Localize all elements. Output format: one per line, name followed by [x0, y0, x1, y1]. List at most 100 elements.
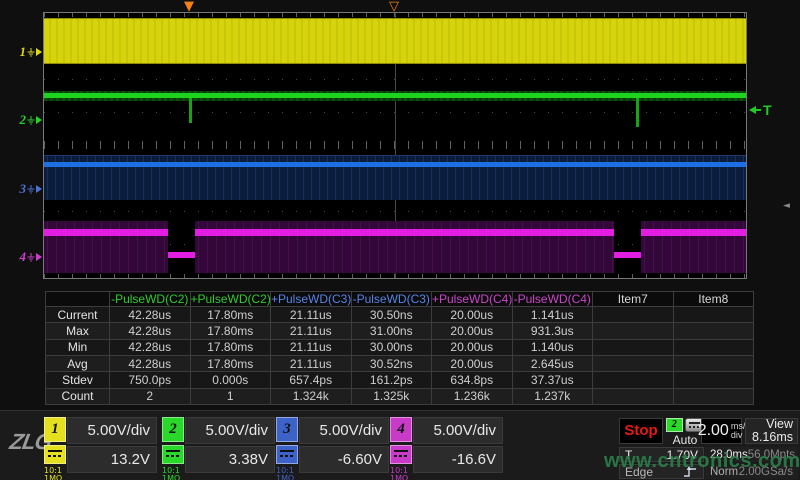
measure-column-header[interactable]: +PulseWD(C3): [271, 292, 352, 307]
ground-icon: [27, 48, 35, 57]
measure-row: Stdev750.0ps0.000s657.4ps161.2ps634.8ps3…: [46, 372, 754, 388]
ch1-offset-indicator[interactable]: 1: [14, 44, 42, 60]
ch2-badge[interactable]: 2: [162, 417, 184, 442]
ch2-offset-indicator[interactable]: 2: [14, 112, 42, 128]
channel4-control[interactable]: 4 10:11MΩ 5.00V/div -16.6V: [390, 411, 504, 480]
measure-value-cell: [593, 388, 674, 404]
measure-row: Current42.28us17.80ms21.11us30.50ns20.00…: [46, 307, 754, 323]
measure-column-header[interactable]: +PulseWD(C2): [190, 292, 271, 307]
channel3-control[interactable]: 3 10:11MΩ 5.00V/div -6.60V: [276, 411, 390, 480]
measure-value-cell: 1.324k: [271, 388, 352, 404]
ch3-badge[interactable]: 3: [276, 417, 298, 442]
grid-dots: [44, 211, 746, 212]
panel-collapse-arrow-icon[interactable]: ◄: [783, 201, 790, 211]
ch1-scale[interactable]: 5.00V/div: [67, 417, 157, 444]
ch4-badge[interactable]: 4: [390, 417, 412, 442]
measure-value-cell: 20.00us: [432, 307, 513, 323]
ground-icon: [27, 116, 35, 125]
watermark: www.cntronics.com: [604, 450, 800, 473]
run-state-button[interactable]: Stop: [619, 418, 663, 444]
measure-value-cell: 17.80ms: [190, 323, 271, 339]
measure-value-cell: 30.50ns: [351, 307, 432, 323]
waveform-display: [43, 12, 747, 279]
measure-value-cell: 42.28us: [110, 355, 191, 371]
measure-row-label: Count: [46, 388, 110, 404]
ch4-offset-indicator[interactable]: 4: [14, 249, 42, 265]
ch4-coupling-dc-icon[interactable]: [390, 445, 412, 464]
graticule-top-ticks: [44, 13, 746, 17]
measure-value-cell: 750.0ps: [110, 372, 191, 388]
measure-value-cell: [673, 323, 754, 339]
channel2-control[interactable]: 2 10:11MΩ 5.00V/div 3.38V: [162, 411, 276, 480]
measure-value-cell: 0.000s: [190, 372, 271, 388]
measure-value-cell: 30.52ns: [351, 355, 432, 371]
grid-dots: [44, 112, 746, 113]
measure-value-cell: [673, 372, 754, 388]
measure-row: Avg42.28us17.80ms21.11us30.52ns20.00us2.…: [46, 355, 754, 371]
measure-value-cell: [593, 339, 674, 355]
measure-row-label: Avg: [46, 355, 110, 371]
ch3-label: 3: [20, 181, 27, 197]
arrow-right-icon: [36, 116, 42, 124]
ch1-coupling-dc-icon[interactable]: [44, 445, 66, 464]
graticule-bottom-ticks: [44, 274, 746, 278]
view-span-readout: View 8.16ms: [745, 418, 798, 444]
measure-row-label: Current: [46, 307, 110, 323]
measure-value-cell: [593, 307, 674, 323]
trigger-level-letter: T: [763, 102, 772, 118]
measure-value-cell: 931.3us: [512, 323, 593, 339]
measure-value-cell: 1.141us: [512, 307, 593, 323]
ch2-scale[interactable]: 5.00V/div: [185, 417, 275, 444]
measure-value-cell: 37.37us: [512, 372, 593, 388]
measure-column-header[interactable]: -PulseWD(C2): [110, 292, 191, 307]
measure-column-header[interactable]: Item8: [673, 292, 754, 307]
ch4-offset-value[interactable]: -16.6V: [413, 446, 503, 473]
measure-value-cell: 21.11us: [271, 323, 352, 339]
ground-icon: [27, 253, 35, 262]
measure-value-cell: 42.28us: [110, 323, 191, 339]
ch1-trace: [44, 18, 746, 64]
arrow-right-icon: [36, 48, 42, 56]
channel1-control[interactable]: 1 10:11MΩ 5.00V/div 13.2V: [44, 411, 158, 480]
ch3-coupling-dc-icon[interactable]: [276, 445, 298, 464]
measure-value-cell: 42.28us: [110, 339, 191, 355]
ch3-offset-value[interactable]: -6.60V: [299, 446, 389, 473]
ch2-offset-value[interactable]: 3.38V: [185, 446, 275, 473]
ch4-label: 4: [20, 249, 27, 265]
ch2-pulse: [636, 98, 639, 127]
arrow-right-icon: [36, 185, 42, 193]
ch4-trace-low: [168, 252, 195, 258]
graticule-center-ticks: [44, 141, 746, 149]
ch1-offset-value[interactable]: 13.2V: [67, 446, 157, 473]
measure-value-cell: 1.237k: [512, 388, 593, 404]
timebase-value: 2.00: [698, 422, 729, 440]
measure-value-cell: 20.00us: [432, 355, 513, 371]
timebase-control[interactable]: 2.00 ms/div: [701, 418, 742, 444]
measure-value-cell: 21.11us: [271, 339, 352, 355]
arrow-right-icon: [36, 253, 42, 261]
measure-column-header[interactable]: -PulseWD(C3): [351, 292, 432, 307]
ch3-scale[interactable]: 5.00V/div: [299, 417, 389, 444]
measure-column-header[interactable]: Item7: [593, 292, 674, 307]
measure-value-cell: [593, 372, 674, 388]
measure-row: Count211.324k1.325k1.236k1.237k: [46, 388, 754, 404]
measure-value-cell: 1.236k: [432, 388, 513, 404]
measure-value-cell: [673, 388, 754, 404]
measure-value-cell: [593, 323, 674, 339]
measure-column-header[interactable]: +PulseWD(C4): [432, 292, 513, 307]
ch3-trace: [44, 162, 746, 167]
ch4-scale[interactable]: 5.00V/div: [413, 417, 503, 444]
ch3-probe-info: 10:11MΩ: [276, 467, 298, 480]
ch1-label: 1: [20, 44, 27, 60]
measure-value-cell: [673, 339, 754, 355]
ch1-badge[interactable]: 1: [44, 417, 66, 442]
arrow-left-icon: [749, 106, 756, 114]
ch3-offset-indicator[interactable]: 3: [14, 181, 42, 197]
measure-value-cell: 20.00us: [432, 339, 513, 355]
ch2-coupling-dc-icon[interactable]: [162, 445, 184, 464]
measure-column-header[interactable]: -PulseWD(C4): [512, 292, 593, 307]
trigger-level-indicator[interactable]: T: [749, 102, 772, 118]
ch2-pulse: [189, 98, 192, 123]
ground-icon: [27, 185, 35, 194]
measure-value-cell: 1.325k: [351, 388, 432, 404]
